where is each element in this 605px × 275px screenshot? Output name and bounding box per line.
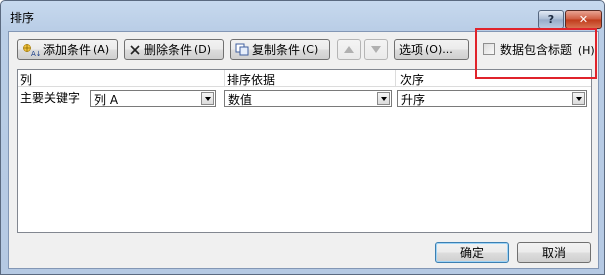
dropdown-button[interactable]	[377, 92, 390, 105]
cancel-label: 取消	[541, 246, 566, 260]
help-button[interactable]: ?	[538, 10, 564, 29]
column-divider[interactable]	[224, 70, 225, 86]
copy-level-button[interactable]: 复制条件 (C)	[230, 39, 330, 60]
ok-button[interactable]: 确定	[435, 242, 509, 263]
help-icon: ?	[547, 13, 555, 26]
column-header-order: 次序	[400, 73, 425, 87]
sort-levels-grid: 列 排序依据 次序 主要关键字 列 A 数值 升序	[17, 69, 592, 233]
sort-column-value: 列 A	[94, 93, 119, 107]
sort-order-value: 升序	[401, 93, 426, 107]
close-icon: ✕	[578, 13, 589, 26]
sort-order-select[interactable]: 升序	[397, 90, 587, 107]
move-down-icon	[371, 46, 381, 53]
add-level-button[interactable]: A↓ 添加条件 (A)	[17, 39, 118, 60]
delete-level-accel: (D)	[194, 43, 212, 56]
options-button[interactable]: 选项 (O)...	[394, 39, 469, 60]
options-label: 选项	[399, 43, 424, 57]
move-up-button[interactable]	[337, 39, 361, 60]
copy-icon	[235, 43, 249, 56]
column-header-sort-on: 排序依据	[227, 73, 276, 87]
ok-label: 确定	[459, 246, 484, 260]
dropdown-button[interactable]	[201, 92, 214, 105]
copy-level-accel: (C)	[302, 43, 319, 56]
highlight-annotation	[475, 28, 597, 79]
add-level-label: 添加条件	[43, 43, 92, 57]
chevron-down-icon	[575, 96, 582, 101]
column-header-column: 列	[20, 73, 33, 87]
close-button[interactable]: ✕	[565, 10, 602, 29]
column-divider[interactable]	[395, 70, 396, 86]
svg-text:A↓: A↓	[31, 50, 40, 57]
delete-level-button[interactable]: 删除条件 (D)	[124, 39, 224, 60]
sort-column-select[interactable]: 列 A	[90, 90, 216, 107]
chevron-down-icon	[204, 96, 211, 101]
window-title: 排序	[10, 11, 35, 25]
sort-on-value: 数值	[228, 93, 253, 107]
cancel-button[interactable]: 取消	[517, 242, 591, 263]
add-level-icon: A↓	[22, 43, 40, 57]
copy-level-label: 复制条件	[252, 43, 301, 57]
delete-x-icon	[129, 44, 141, 56]
sort-on-select[interactable]: 数值	[224, 90, 392, 107]
add-level-accel: (A)	[93, 43, 110, 56]
move-down-button[interactable]	[364, 39, 388, 60]
sort-dialog: 排序 ? ✕ A↓ 添加条件 (A)	[0, 0, 605, 275]
chevron-down-icon	[380, 96, 387, 101]
options-accel: (O)...	[425, 43, 453, 56]
move-up-icon	[344, 46, 354, 53]
dropdown-button[interactable]	[572, 92, 585, 105]
row-label: 主要关键字	[20, 91, 81, 105]
title-bar: 排序 ? ✕	[1, 1, 604, 31]
delete-level-label: 删除条件	[144, 43, 193, 57]
